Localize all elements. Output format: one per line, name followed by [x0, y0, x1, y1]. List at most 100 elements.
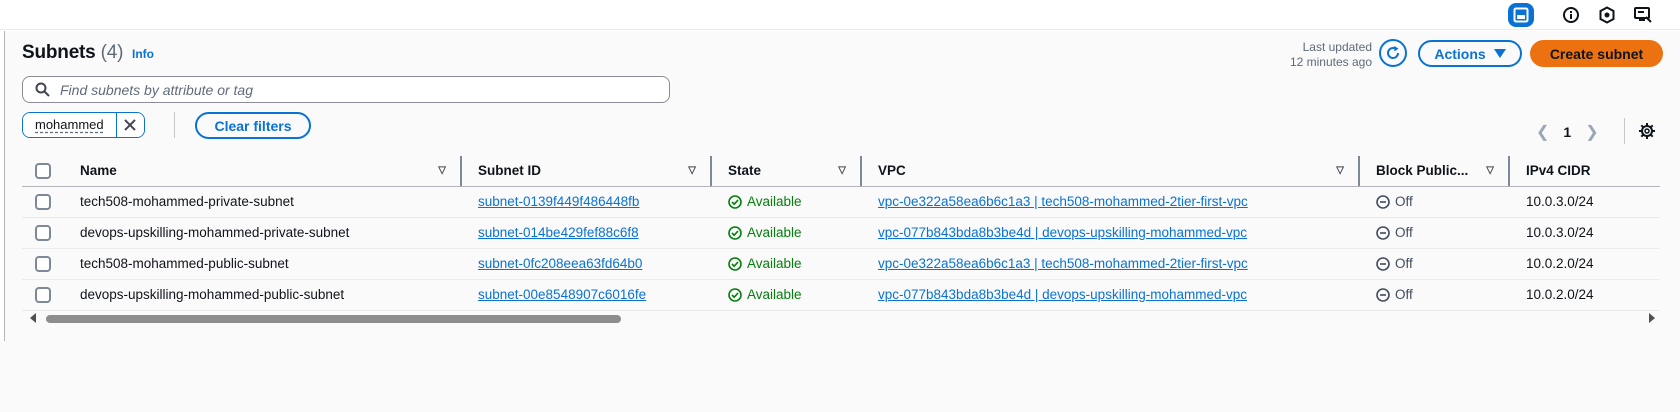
block-public-text: Off	[1395, 194, 1413, 209]
last-updated-label: Last updated	[1302, 40, 1372, 54]
ipv4-cidr: 10.0.2.0/24	[1510, 248, 1660, 280]
subnet-id-link[interactable]: subnet-0fc208eea63fd64b0	[478, 256, 642, 271]
select-all-header	[22, 156, 64, 187]
pagination-divider	[1624, 118, 1625, 144]
left-edge-bar	[0, 31, 5, 341]
current-page[interactable]: 1	[1563, 124, 1571, 140]
sort-icon[interactable]: ▽	[688, 165, 696, 176]
column-label: IPv4 CIDR	[1526, 163, 1591, 179]
scroll-right-arrow-icon[interactable]	[1649, 313, 1655, 323]
block-public-text: Off	[1395, 256, 1413, 271]
search-icon	[35, 82, 50, 97]
column-header-block-public[interactable]: Block Public... ▽	[1360, 156, 1510, 187]
remove-filter-button[interactable]	[115, 113, 144, 137]
gear-icon	[1639, 123, 1655, 139]
filter-divider	[174, 112, 175, 138]
table-header-row: Name ▽ Subnet ID ▽ State ▽ VPC ▽ Block Publi…	[22, 156, 1660, 187]
table-row[interactable]: tech508-mohammed-public-subnet subnet-0f…	[22, 248, 1660, 280]
minus-circle-icon	[1376, 287, 1390, 302]
last-updated: Last updated 12 minutes ago	[1290, 40, 1372, 70]
subnet-name: tech508-mohammed-public-subnet	[64, 248, 462, 280]
table-settings-button[interactable]	[1638, 122, 1656, 145]
check-circle-icon	[728, 256, 742, 271]
subnet-name: devops-upskilling-mohammed-private-subne…	[64, 217, 462, 249]
column-header-subnet-id[interactable]: Subnet ID ▽	[462, 156, 712, 187]
state-text: Available	[747, 194, 802, 209]
state-text: Available	[747, 225, 802, 240]
block-public-text: Off	[1395, 225, 1413, 240]
horizontal-scrollbar[interactable]	[30, 311, 1655, 325]
subnet-id-link[interactable]: subnet-014be429fef88c6f8	[478, 225, 639, 240]
clear-filters-button[interactable]: Clear filters	[195, 112, 311, 139]
screen-feedback-icon[interactable]	[1630, 3, 1656, 27]
row-checkbox[interactable]	[35, 255, 51, 272]
column-header-vpc[interactable]: VPC ▽	[862, 156, 1360, 187]
title-text: Subnets	[22, 42, 96, 63]
refresh-button[interactable]	[1379, 39, 1407, 67]
scrollbar-thumb[interactable]	[46, 315, 621, 323]
create-subnet-button[interactable]: Create subnet	[1530, 40, 1663, 67]
subnet-id-link[interactable]: subnet-00e8548907c6016fe	[478, 287, 646, 302]
actions-button[interactable]: Actions	[1418, 40, 1522, 67]
close-icon	[124, 119, 136, 131]
subnet-name: tech508-mohammed-private-subnet	[64, 186, 462, 218]
search-input[interactable]	[60, 81, 640, 98]
sort-icon[interactable]: ▽	[1486, 165, 1494, 176]
column-header-ipv4-cidr[interactable]: IPv4 CIDR	[1510, 156, 1660, 187]
column-header-state[interactable]: State ▽	[712, 156, 862, 187]
state-text: Available	[747, 256, 802, 271]
scroll-left-arrow-icon[interactable]	[30, 313, 36, 323]
minus-circle-icon	[1376, 194, 1390, 209]
state-text: Available	[747, 287, 802, 302]
info-circle-icon[interactable]	[1558, 3, 1584, 27]
subnet-id-link[interactable]: subnet-0139f449f486448fb	[478, 194, 639, 209]
pagination: ❮ 1 ❯	[1536, 122, 1599, 142]
gear-hex-icon[interactable]	[1594, 3, 1620, 27]
next-page-icon[interactable]: ❯	[1585, 122, 1598, 142]
sort-icon[interactable]: ▽	[838, 165, 846, 176]
table-row[interactable]: tech508-mohammed-private-subnet subnet-0…	[22, 186, 1660, 218]
subnet-name: devops-upskilling-mohammed-public-subnet	[64, 279, 462, 311]
filter-token[interactable]: mohammed	[22, 112, 145, 138]
vpc-link[interactable]: vpc-0e322a58ea6b6c1a3 | tech508-mohammed…	[878, 194, 1248, 209]
column-label: State	[728, 163, 762, 179]
caret-down-icon	[1493, 48, 1506, 58]
panel-icon[interactable]	[1508, 3, 1534, 27]
check-circle-icon	[728, 225, 742, 240]
row-checkbox[interactable]	[35, 224, 51, 241]
sort-icon[interactable]: ▽	[1336, 165, 1344, 176]
ipv4-cidr: 10.0.3.0/24	[1510, 186, 1660, 218]
row-checkbox[interactable]	[35, 193, 51, 210]
actions-label: Actions	[1434, 45, 1486, 62]
page-title: Subnets (4)	[22, 42, 123, 64]
row-checkbox[interactable]	[35, 286, 51, 303]
check-circle-icon	[728, 194, 742, 209]
vpc-link[interactable]: vpc-077b843bda8b3be4d | devops-upskillin…	[878, 287, 1247, 302]
last-updated-value: 12 minutes ago	[1289, 55, 1372, 69]
filter-token-label[interactable]: mohammed	[23, 113, 116, 137]
select-all-checkbox[interactable]	[35, 162, 51, 179]
ipv4-cidr: 10.0.3.0/24	[1510, 217, 1660, 249]
minus-circle-icon	[1376, 256, 1390, 271]
column-label: Name	[80, 163, 117, 179]
vpc-link[interactable]: vpc-077b843bda8b3be4d | devops-upskillin…	[878, 225, 1247, 240]
refresh-icon	[1387, 46, 1400, 59]
block-public-text: Off	[1395, 287, 1413, 302]
sort-icon[interactable]: ▽	[438, 165, 446, 176]
check-circle-icon	[728, 287, 742, 302]
prev-page-icon[interactable]: ❮	[1536, 122, 1549, 142]
search-field[interactable]	[22, 76, 670, 103]
vpc-link[interactable]: vpc-0e322a58ea6b6c1a3 | tech508-mohammed…	[878, 256, 1248, 271]
table-row[interactable]: devops-upskilling-mohammed-private-subne…	[22, 217, 1660, 249]
column-header-name[interactable]: Name ▽	[64, 156, 462, 187]
ipv4-cidr: 10.0.2.0/24	[1510, 279, 1660, 311]
table-row[interactable]: devops-upskilling-mohammed-public-subnet…	[22, 279, 1660, 311]
column-label: VPC	[878, 163, 906, 179]
info-link[interactable]: Info	[132, 47, 154, 61]
column-label: Block Public...	[1376, 163, 1469, 179]
title-count: (4)	[100, 42, 124, 63]
minus-circle-icon	[1376, 225, 1390, 240]
column-label: Subnet ID	[478, 163, 541, 179]
top-bar	[0, 0, 1680, 30]
subnets-table: Name ▽ Subnet ID ▽ State ▽ VPC ▽ Block Publi…	[22, 156, 1660, 311]
